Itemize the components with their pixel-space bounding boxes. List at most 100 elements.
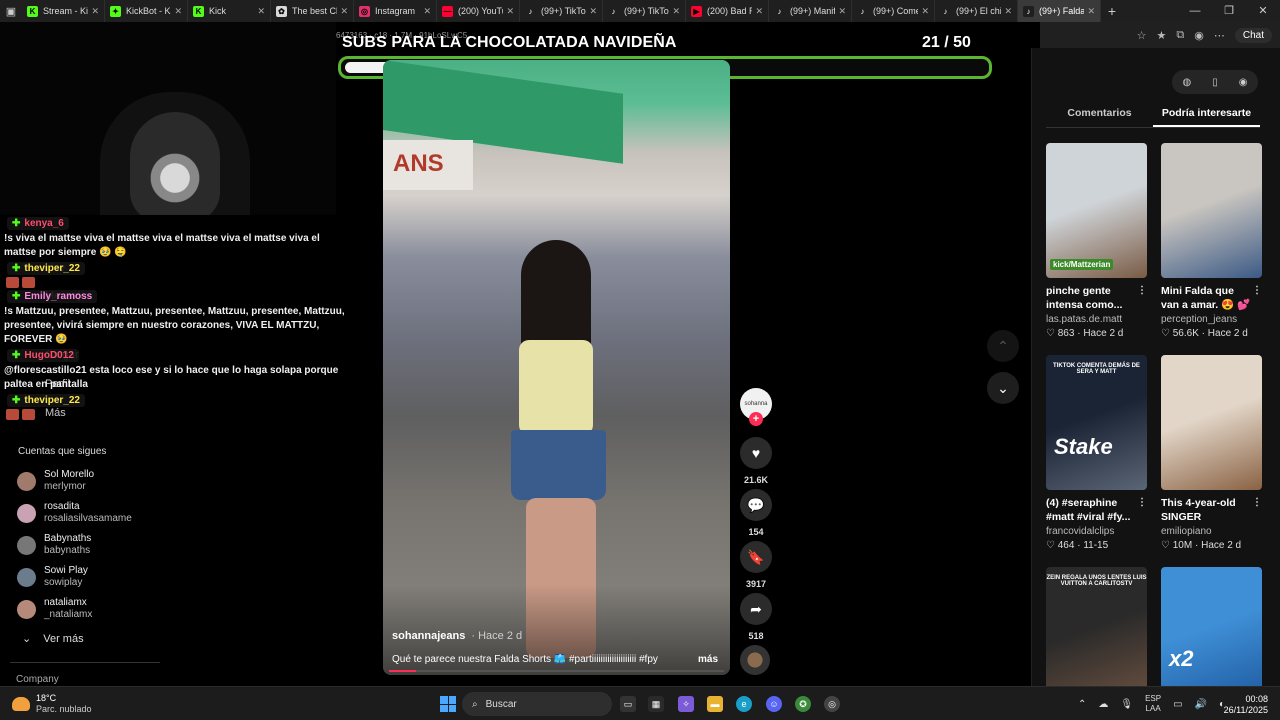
close-tab-icon[interactable]: ✕ — [755, 6, 763, 17]
browser-tab[interactable]: ♪ (99+) TikTok ✕ — [520, 0, 603, 22]
following-account[interactable]: nataliamx _nataliamx — [10, 593, 160, 625]
recommended-video-card[interactable]: TIKTOK COMENTA DEMÁS DE SERA Y MATT Stake… — [1046, 355, 1147, 551]
browser-tab[interactable]: ✿ The best Ch ✕ — [271, 0, 354, 22]
chat-username[interactable]: ✚ kenya_6 — [7, 217, 69, 230]
video-progress-bar[interactable] — [389, 670, 724, 672]
video-thumbnail[interactable] — [1161, 355, 1262, 490]
close-tab-icon[interactable]: ✕ — [921, 6, 929, 17]
video-title[interactable]: (4) #seraphine #matt #viral #fy... ⋮ — [1046, 496, 1147, 524]
weather-widget[interactable]: 18°C Parc. nublado — [12, 693, 92, 715]
edge-icon[interactable]: e — [736, 696, 752, 712]
music-disc-icon[interactable] — [740, 645, 770, 675]
video-author[interactable]: sohannajeans — [392, 630, 465, 642]
next-video-button[interactable]: ⌄ — [987, 372, 1019, 404]
video-title[interactable]: This 4-year-old SINGER @neafea... ⋮ — [1161, 496, 1262, 524]
close-tab-icon[interactable]: ✕ — [1004, 6, 1012, 17]
user-avatar-icon[interactable]: ◉ — [1239, 77, 1248, 88]
browser-tab[interactable]: ♪ (99+) Falda ✕ — [1018, 0, 1101, 22]
video-author[interactable]: francovidalclips — [1046, 526, 1147, 537]
browser-tab[interactable]: ♪ (99+) El chic ✕ — [935, 0, 1018, 22]
copilot-icon[interactable]: ✧ — [678, 696, 694, 712]
network-icon[interactable]: ▭ — [1173, 699, 1182, 710]
following-account[interactable]: Babynaths babynaths — [10, 529, 160, 561]
volume-icon[interactable]: 🔊 — [1195, 699, 1207, 710]
close-tab-icon[interactable]: ✕ — [340, 6, 348, 17]
profile-icon[interactable]: ◉ — [1194, 29, 1204, 42]
video-author[interactable]: emiliopiano — [1161, 526, 1262, 537]
share-icon[interactable]: ➦ — [740, 593, 772, 625]
more-options-icon[interactable]: ⋮ — [1137, 496, 1147, 510]
close-tab-icon[interactable]: ✕ — [174, 6, 182, 17]
following-account[interactable]: Sowi Play sowiplay — [10, 561, 160, 593]
xbox-icon[interactable]: ✪ — [795, 696, 811, 712]
recommended-video-card[interactable]: Mini Falda que van a amar. 😍 💕 Pi...⋮ per… — [1161, 143, 1262, 339]
recommended-video-card[interactable]: kick/Mattzerian pinche gente intensa como… — [1046, 143, 1147, 339]
chat-username[interactable]: ✚ theviper_22 — [7, 262, 85, 275]
video-thumbnail[interactable]: x2 — [1161, 567, 1262, 702]
close-tab-icon[interactable]: ✕ — [838, 6, 846, 17]
close-tab-icon[interactable]: ✕ — [506, 6, 514, 17]
video-thumbnail[interactable] — [1161, 143, 1262, 278]
video-title[interactable]: pinche gente intensa como... ⋮ — [1046, 284, 1147, 312]
video-thumbnail[interactable]: kick/Mattzerian — [1046, 143, 1147, 278]
more-options-icon[interactable]: ⋮ — [1137, 284, 1147, 298]
extensions-icon[interactable]: ⧉ — [1176, 29, 1184, 42]
close-tab-icon[interactable]: ✕ — [91, 6, 99, 17]
chat-username[interactable]: ✚ HugoD012 — [7, 349, 79, 362]
more-options-icon[interactable]: ⋮ — [1252, 284, 1262, 298]
following-account[interactable]: rosadita rosaliasilvasamame — [10, 497, 160, 529]
browser-tab[interactable]: K Kick ✕ — [188, 0, 271, 22]
heart-icon[interactable]: ♥ — [740, 437, 772, 469]
caption-more-button[interactable]: más — [698, 654, 718, 665]
bookmark-icon[interactable]: 🔖 — [740, 541, 772, 573]
browser-tab[interactable]: ✦ KickBot - Ki ✕ — [105, 0, 188, 22]
company-link[interactable]: Company — [16, 674, 59, 685]
tab-comments[interactable]: Comentarios — [1046, 104, 1153, 127]
discord-icon[interactable]: ☺ — [766, 696, 782, 712]
windows-start-icon[interactable] — [440, 696, 456, 712]
onedrive-icon[interactable]: ☁ — [1098, 699, 1108, 710]
task-view-icon[interactable]: ▭ — [620, 696, 636, 712]
new-tab-button[interactable]: + — [1101, 3, 1123, 19]
video-title[interactable]: Mini Falda que van a amar. 😍 💕 Pi...⋮ — [1161, 284, 1262, 312]
video-thumbnail[interactable]: TIKTOK COMENTA DEMÁS DE SERA Y MATT Stake — [1046, 355, 1147, 490]
tab-actions-icon[interactable]: ▣ — [0, 0, 22, 22]
maximize-icon[interactable]: ❐ — [1212, 0, 1246, 22]
chevron-up-icon[interactable]: ⌃ — [1078, 699, 1086, 710]
recommended-video-card[interactable]: x2 — [1161, 567, 1262, 702]
more-options-icon[interactable]: ⋮ — [1252, 496, 1262, 510]
close-tab-icon[interactable]: ✕ — [589, 6, 597, 17]
copilot-chat-button[interactable]: Chat — [1234, 27, 1272, 43]
chat-username[interactable]: ✚ Emily_ramoss — [7, 290, 98, 303]
tab-you-may-like[interactable]: Podría interesarte — [1153, 104, 1260, 127]
recommended-video-card[interactable]: This 4-year-old SINGER @neafea... ⋮ emilio… — [1161, 355, 1262, 551]
close-window-icon[interactable]: ✕ — [1246, 0, 1280, 22]
star-icon[interactable]: ☆ — [1137, 29, 1147, 42]
comment-icon[interactable]: 💬 — [740, 489, 772, 521]
video-thumbnail[interactable]: ZEIN REGALA UNOS LENTES LUIS VUITTON A C… — [1046, 567, 1147, 702]
recommended-video-card[interactable]: ZEIN REGALA UNOS LENTES LUIS VUITTON A C… — [1046, 567, 1147, 702]
close-tab-icon[interactable]: ✕ — [423, 6, 431, 17]
chat-username[interactable]: ✚ theviper_22 — [7, 394, 85, 407]
video-author[interactable]: las.patas.de.matt — [1046, 314, 1147, 325]
more-menu-icon[interactable]: ⋯ — [1214, 29, 1225, 42]
favorites-icon[interactable]: ★ — [1157, 29, 1167, 42]
language-indicator[interactable]: ESP LAA — [1145, 694, 1161, 714]
obs-icon[interactable]: ◎ — [824, 696, 840, 712]
explore-icon[interactable]: ◍ — [1183, 77, 1192, 88]
browser-tab[interactable]: ♪ (99+) TikTok ✕ — [603, 0, 686, 22]
close-tab-icon[interactable]: ✕ — [672, 6, 680, 17]
file-explorer-icon[interactable]: ▬ — [707, 696, 723, 712]
browser-tab[interactable]: ◎ Instagram ✕ — [354, 0, 437, 22]
see-more-button[interactable]: ⌄ Ver más — [22, 632, 84, 646]
following-account[interactable]: Sol Morello merlymor — [10, 465, 160, 497]
clock[interactable]: 00:08 26/11/2025 — [1224, 694, 1268, 716]
video-author[interactable]: perception_jeans — [1161, 314, 1262, 325]
previous-video-button[interactable]: ⌃ — [987, 330, 1019, 362]
browser-tab[interactable]: K Stream - Ki ✕ — [22, 0, 105, 22]
browser-tab[interactable]: — (200) YouTu ✕ — [437, 0, 520, 22]
microphone-icon[interactable]: 🎙 — [1120, 699, 1133, 710]
phone-icon[interactable]: ▯ — [1212, 77, 1218, 88]
video-author-row[interactable]: sohannajeans · Hace 2 d — [392, 630, 522, 642]
browser-tab[interactable]: ♪ (99+) Manifi ✕ — [769, 0, 852, 22]
